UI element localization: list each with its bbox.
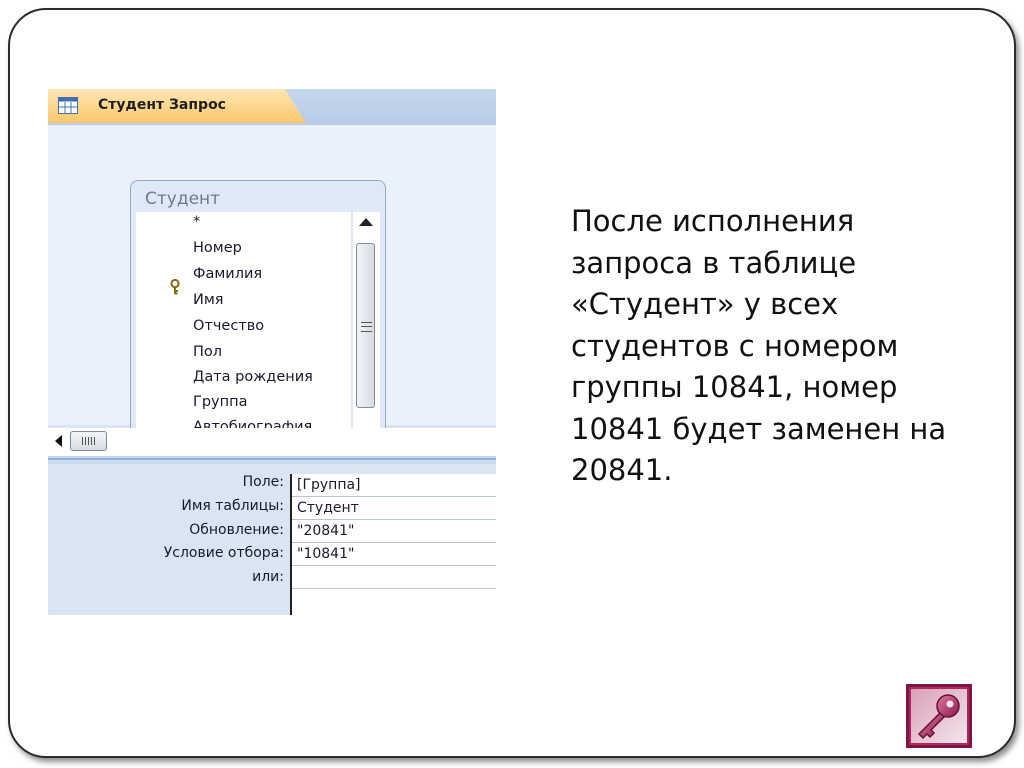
field-list-scrollbar[interactable] bbox=[353, 212, 380, 450]
table-title: Студент bbox=[145, 189, 221, 209]
text-line: 20841. bbox=[571, 453, 673, 487]
query-document-tab[interactable]: Студент Запрос bbox=[48, 89, 277, 123]
scroll-thumb[interactable] bbox=[356, 243, 375, 408]
row-label-criteria: Условие отбора: bbox=[163, 545, 284, 561]
field-item[interactable]: Дата рождения bbox=[193, 369, 313, 385]
grid-cell-field[interactable]: [Группа] bbox=[292, 474, 496, 497]
row-label-table-name: Имя таблицы: bbox=[181, 498, 284, 514]
query-tab-label: Студент Запрос bbox=[98, 97, 226, 113]
scroll-up-arrow-icon[interactable] bbox=[359, 218, 373, 226]
field-item[interactable]: Имя bbox=[193, 292, 224, 308]
scroll-left-arrow-icon[interactable] bbox=[55, 435, 62, 447]
text-line: группы 10841, номер bbox=[571, 370, 898, 404]
grip-icon bbox=[82, 437, 95, 445]
grip-icon bbox=[361, 322, 372, 332]
grid-column-1: [Группа] Студент "20841" "10841" bbox=[290, 474, 496, 615]
design-area-horizontal-scrollbar[interactable] bbox=[48, 428, 496, 454]
text-line: «Студент» у всех bbox=[571, 287, 839, 321]
grid-cell-criteria[interactable]: "10841" bbox=[292, 543, 496, 566]
field-item[interactable]: Группа bbox=[193, 394, 247, 410]
grid-cell-table-name[interactable]: Студент bbox=[292, 497, 496, 520]
grid-cell-or[interactable] bbox=[292, 566, 496, 589]
horizontal-scroll-thumb[interactable] bbox=[70, 431, 107, 451]
field-list: * Номер Фамилия Имя Отчество Пол Дата ро… bbox=[136, 212, 351, 450]
row-label-or: или: bbox=[252, 569, 284, 585]
text-line: После исполнения bbox=[571, 204, 855, 238]
field-item[interactable]: Номер bbox=[193, 240, 242, 256]
access-query-window: Студент Запрос Студент * Номер Фамилия И… bbox=[48, 89, 496, 615]
field-item[interactable]: * bbox=[193, 214, 200, 230]
ms-access-key-logo-icon bbox=[906, 684, 972, 748]
field-item[interactable]: Пол bbox=[193, 344, 222, 360]
query-icon bbox=[58, 97, 78, 114]
table-design-area: Студент * Номер Фамилия Имя Отчество Пол… bbox=[48, 125, 496, 455]
field-item[interactable]: Отчество bbox=[193, 318, 264, 334]
slide-explanation-text: После исполнения запроса в таблице «Студ… bbox=[571, 201, 981, 492]
grid-cell-update[interactable]: "20841" bbox=[292, 520, 496, 543]
primary-key-icon bbox=[170, 279, 180, 295]
query-design-grid: Поле: Имя таблицы: Обновление: Условие о… bbox=[48, 464, 496, 615]
field-item[interactable]: Фамилия bbox=[193, 266, 262, 282]
document-tab-bar: Студент Запрос bbox=[48, 89, 496, 125]
row-label-update: Обновление: bbox=[189, 522, 284, 538]
table-field-list-student[interactable]: Студент * Номер Фамилия Имя Отчество Пол… bbox=[130, 180, 386, 455]
text-line: запроса в таблице bbox=[571, 245, 857, 280]
text-line: студентов с номером bbox=[571, 328, 899, 363]
text-line: 10841 будет заменен на bbox=[571, 411, 947, 446]
pane-splitter[interactable] bbox=[48, 454, 496, 464]
row-label-field: Поле: bbox=[242, 474, 284, 490]
